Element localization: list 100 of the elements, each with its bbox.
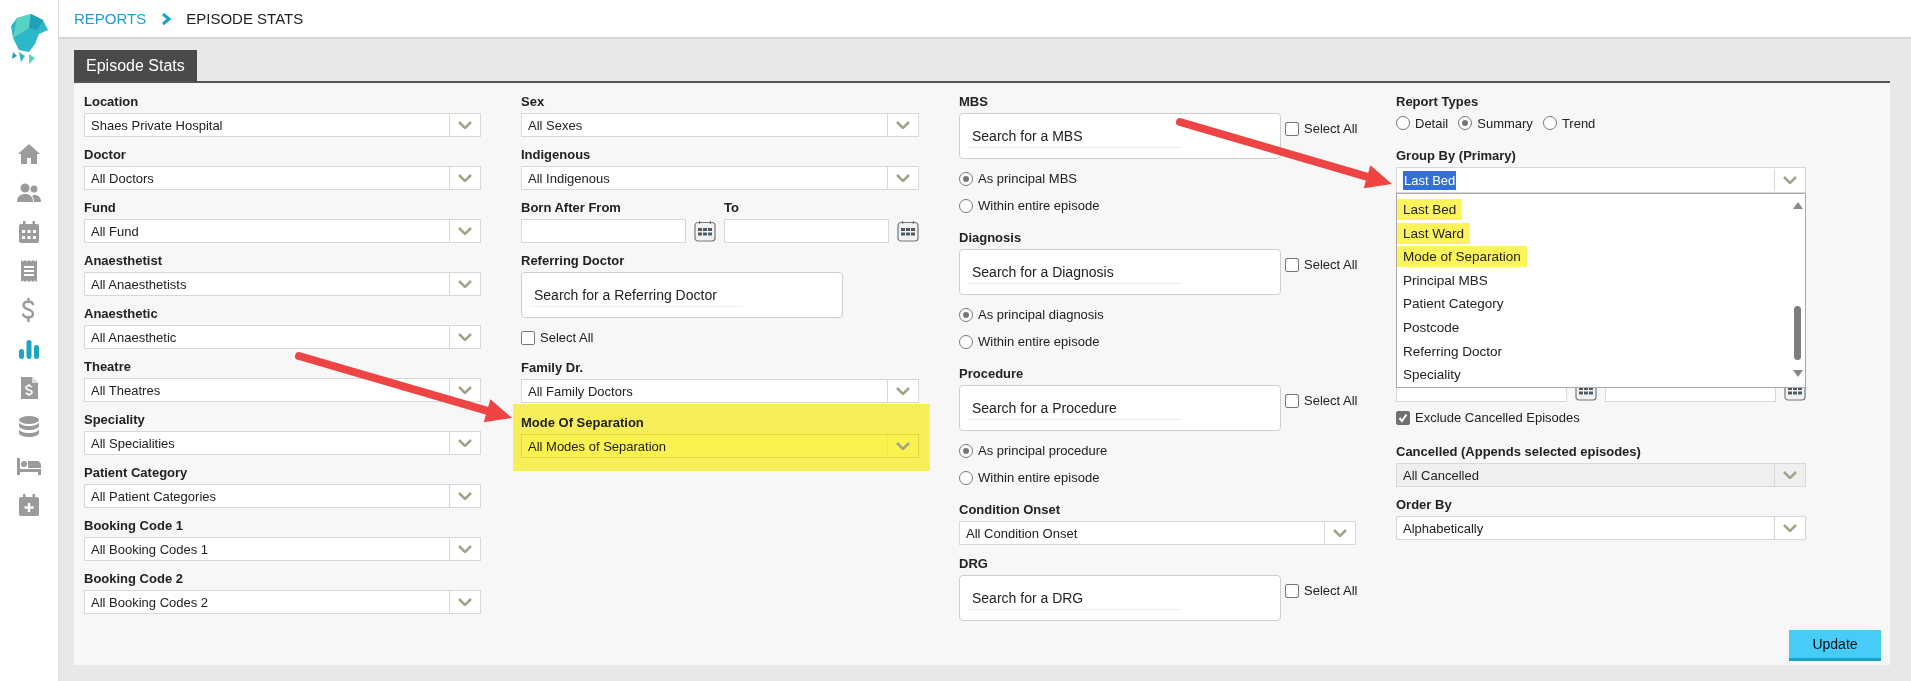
date-field[interactable] <box>521 219 686 243</box>
chevron-icon <box>1333 529 1347 537</box>
list-item[interactable]: Last Bed <box>1397 198 1791 222</box>
dropdown[interactable]: All Indigenous <box>521 166 919 190</box>
list-item[interactable]: Speciality <box>1397 363 1791 387</box>
dropdown[interactable]: All Sexes <box>521 113 919 137</box>
dropdown[interactable]: All Anaesthetists <box>84 272 481 296</box>
chevron-icon <box>160 11 173 26</box>
combo-box[interactable]: Last Bed <box>1396 167 1806 193</box>
field-label: Group By (Primary) <box>1396 147 1517 165</box>
search-input[interactable]: Search for a DRG <box>968 586 1181 610</box>
search-field[interactable]: Search for a Procedure <box>959 385 1281 431</box>
field-label: DRG <box>959 555 989 573</box>
chevron-icon <box>458 492 472 500</box>
field-label: Patient Category <box>84 464 189 482</box>
radio-label: As principal diagnosis <box>978 307 1104 322</box>
calendar-plus-icon[interactable] <box>16 492 42 518</box>
dropdown[interactable]: All Family Doctors <box>521 379 919 403</box>
checkbox[interactable] <box>1285 121 1299 136</box>
list-item[interactable]: Principal MBS <box>1397 268 1791 293</box>
checkbox[interactable] <box>1285 393 1299 408</box>
field-label: Anaesthetic <box>84 305 159 323</box>
dropdown[interactable]: All Patient Categories <box>84 484 481 508</box>
chevron-icon <box>896 174 910 182</box>
dropdown[interactable]: Alphabetically <box>1396 516 1806 540</box>
checkbox[interactable] <box>521 330 535 345</box>
field-label: Procedure <box>959 365 1025 383</box>
radio-button[interactable] <box>959 307 973 322</box>
database-icon[interactable] <box>16 414 42 440</box>
checkbox[interactable] <box>1396 410 1410 425</box>
radio-button[interactable] <box>959 470 973 485</box>
calendar-icon[interactable] <box>694 220 716 242</box>
field-label: MBS <box>959 93 989 111</box>
logo <box>9 12 49 66</box>
chevron-icon <box>896 442 910 450</box>
search-field[interactable]: Search for a DRG <box>959 575 1281 621</box>
dropdown[interactable]: All Fund <box>84 219 481 243</box>
list-item[interactable]: Last Ward <box>1397 221 1791 246</box>
checkbox-label: Select All <box>1304 121 1358 136</box>
list-item[interactable]: Patient Category <box>1397 292 1791 316</box>
radio-label: As principal procedure <box>978 443 1108 458</box>
chevron-icon <box>1783 524 1797 532</box>
dropdown[interactable]: All Condition Onset <box>959 521 1356 545</box>
radio-button[interactable] <box>1396 116 1410 130</box>
radio-button[interactable] <box>1458 116 1473 130</box>
date-field[interactable] <box>724 219 889 243</box>
radio-label: As principal MBS <box>978 171 1077 186</box>
list-item[interactable]: Mode of Separation <box>1397 245 1791 269</box>
search-input[interactable]: Search for a Referring Doctor <box>530 283 743 307</box>
scrollbar-thumb[interactable] <box>1794 306 1801 360</box>
field-label: Diagnosis <box>959 229 1023 247</box>
search-input[interactable]: Search for a Procedure <box>968 396 1181 420</box>
home-icon[interactable] <box>16 141 42 167</box>
radio-label: Within entire episode <box>978 334 1100 349</box>
radio-button[interactable] <box>959 171 973 186</box>
chevron-icon <box>458 280 472 288</box>
chevron-icon <box>458 598 472 606</box>
radio-label: Detail <box>1415 115 1449 131</box>
chevron-icon <box>896 121 910 129</box>
chevron-icon <box>896 387 910 395</box>
chevron-icon <box>458 439 472 447</box>
chevron-icon <box>458 386 472 394</box>
field-label: Referring Doctor <box>521 252 626 270</box>
dropdown[interactable]: All Doctors <box>84 166 481 190</box>
radio-button[interactable] <box>1542 116 1557 130</box>
dropdown[interactable]: All Modes of Separation <box>521 434 919 458</box>
radio-label: Within entire episode <box>978 470 1100 485</box>
down-arrow-icon[interactable] <box>1793 370 1803 377</box>
up-arrow-icon[interactable] <box>1793 202 1803 209</box>
field-label: Doctor <box>84 146 127 164</box>
field-label: Booking Code 2 <box>84 570 184 588</box>
field-label: Theatre <box>84 358 132 376</box>
checkbox[interactable] <box>1285 583 1299 598</box>
search-field[interactable]: Search for a MBS <box>959 113 1281 159</box>
checkbox[interactable] <box>1285 257 1299 272</box>
radio-button[interactable] <box>959 443 973 458</box>
check-icon <box>1398 412 1408 423</box>
chevron-icon <box>1783 471 1797 479</box>
dropdown[interactable]: All Anaesthetic <box>84 325 481 349</box>
field-label: Family Dr. <box>521 359 585 377</box>
field-label: Anaesthetist <box>84 252 164 270</box>
radio-button[interactable] <box>959 198 973 213</box>
dropdown[interactable]: All Specialities <box>84 431 481 455</box>
dropdown[interactable]: Shaes Private Hospital <box>84 113 481 137</box>
list-item[interactable]: Referring Doctor <box>1397 339 1791 364</box>
search-field[interactable]: Search for a Referring Doctor <box>521 272 843 318</box>
search-input[interactable]: Search for a MBS <box>968 124 1181 148</box>
dropdown[interactable]: All Theatres <box>84 378 481 402</box>
tab[interactable]: Episode Stats <box>74 50 197 81</box>
update-button[interactable]: Update <box>1789 630 1881 661</box>
dropdown[interactable]: All Booking Codes 2 <box>84 590 481 614</box>
chevron-icon <box>1783 176 1797 184</box>
calendar-icon[interactable] <box>897 220 919 242</box>
search-input[interactable]: Search for a Diagnosis <box>968 260 1181 284</box>
radio-button[interactable] <box>959 334 973 349</box>
list-item[interactable]: Postcode <box>1397 315 1791 340</box>
dropdown[interactable]: All Booking Codes 1 <box>84 537 481 561</box>
search-field[interactable]: Search for a Diagnosis <box>959 249 1281 295</box>
field-label: Speciality <box>84 411 146 429</box>
checkbox-label: Select All <box>1304 393 1358 408</box>
